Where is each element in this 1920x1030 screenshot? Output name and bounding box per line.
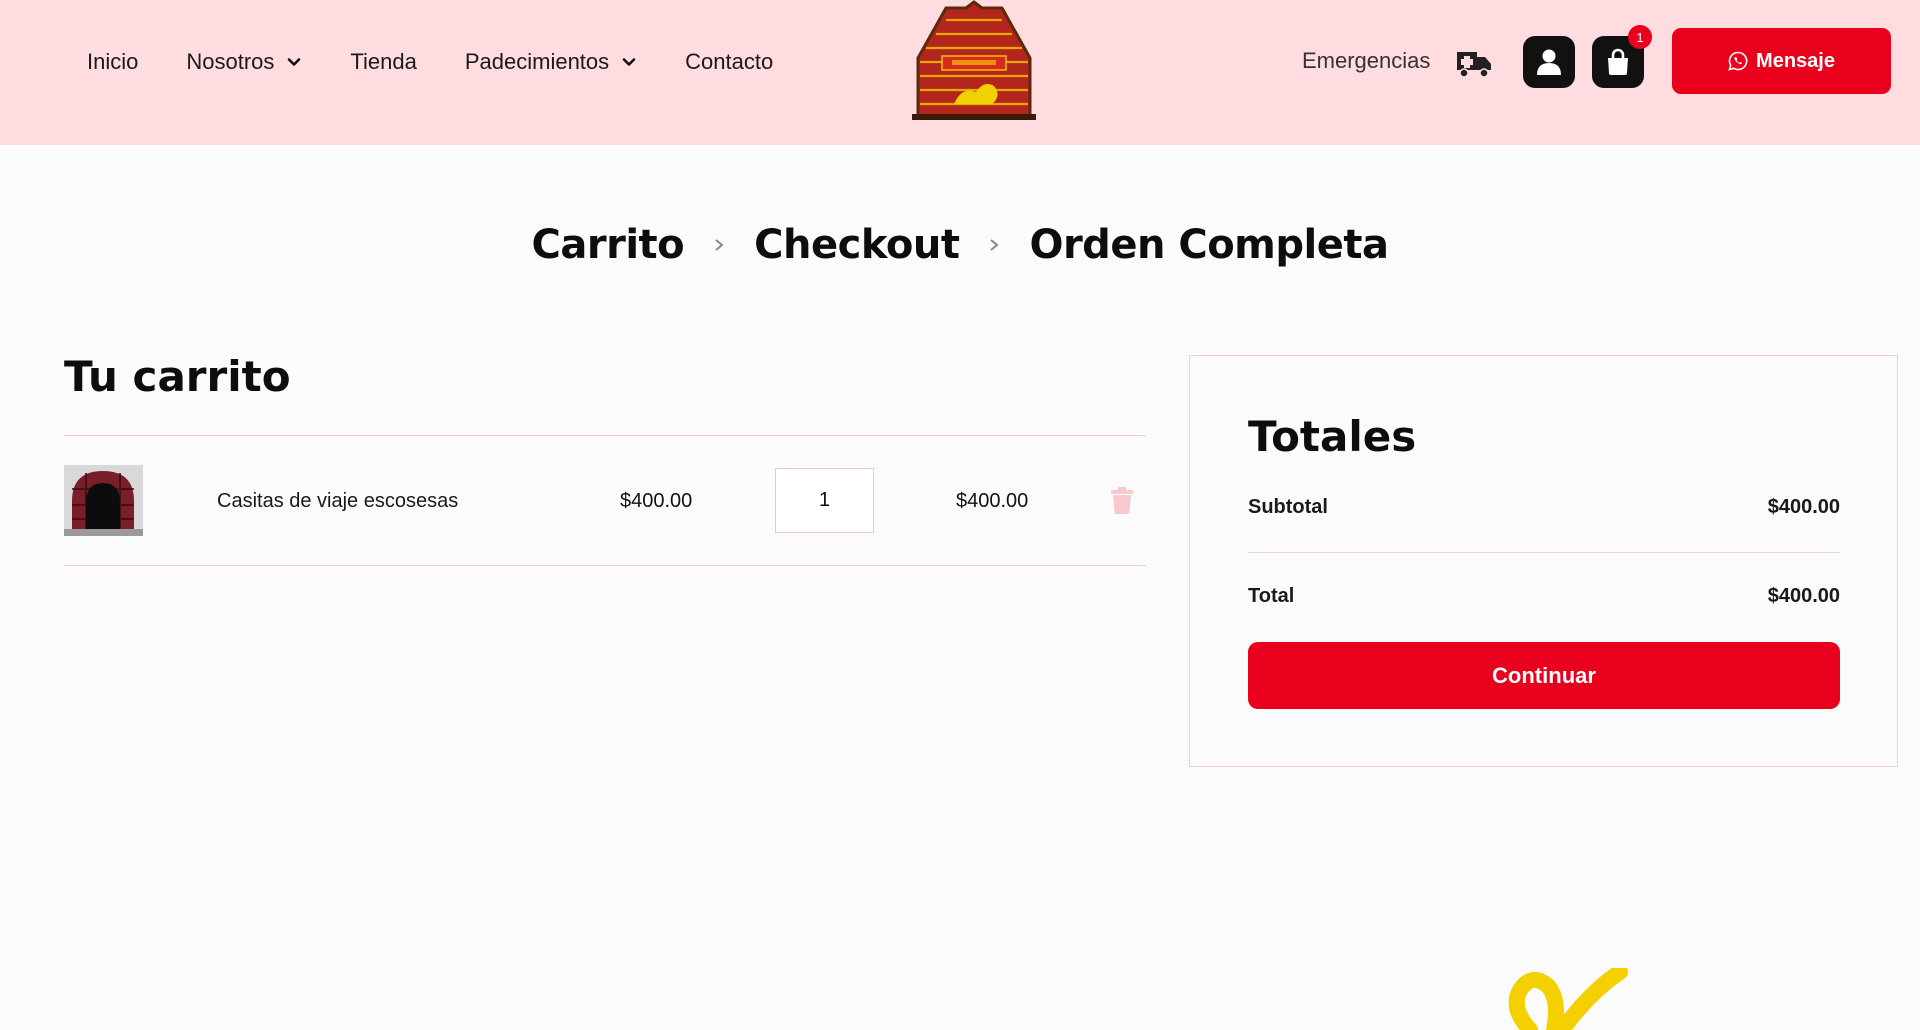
subtotal-label: Subtotal bbox=[1248, 496, 1328, 518]
totals-panel: Totales Subtotal $400.00 Total $400.00 C… bbox=[1189, 355, 1898, 767]
main-nav: Inicio Nosotros Tienda Padecimientos Con… bbox=[87, 0, 821, 124]
nav-item-label: Tienda bbox=[350, 49, 417, 74]
site-logo[interactable] bbox=[906, 0, 1042, 122]
emergencias-link[interactable]: Emergencias bbox=[1302, 48, 1430, 74]
ambulance-icon[interactable] bbox=[1456, 48, 1492, 78]
trash-icon[interactable] bbox=[1110, 486, 1134, 514]
total-row: Total $400.00 bbox=[1248, 585, 1840, 608]
product-price: $400.00 bbox=[620, 490, 693, 512]
cart-item-row: Casitas de viaje escosesas $400.00 1 $40… bbox=[64, 436, 1146, 566]
divider bbox=[64, 565, 1146, 566]
checkout-steps: Carrito Checkout Orden Completa bbox=[0, 222, 1920, 268]
whatsapp-icon bbox=[1728, 51, 1748, 71]
nav-item-nosotros[interactable]: Nosotros bbox=[186, 49, 302, 75]
subtotal-value: $400.00 bbox=[1767, 496, 1840, 518]
nav-item-label: Nosotros bbox=[186, 49, 275, 74]
site-header: Inicio Nosotros Tienda Padecimientos Con… bbox=[0, 0, 1920, 145]
header-tools: Emergencias 1 Mensaje bbox=[1220, 0, 1920, 124]
account-button[interactable] bbox=[1523, 36, 1575, 88]
nav-item-contacto[interactable]: Contacto bbox=[685, 49, 773, 75]
total-value: $400.00 bbox=[1767, 585, 1840, 607]
nav-item-label: Contacto bbox=[685, 49, 774, 74]
nav-item-tienda[interactable]: Tienda bbox=[350, 49, 416, 75]
nav-item-label: Padecimientos bbox=[464, 49, 610, 74]
nav-item-inicio[interactable]: Inicio bbox=[87, 49, 138, 75]
subtotal-row: Subtotal $400.00 bbox=[1248, 496, 1840, 519]
totals-title: Totales bbox=[1248, 412, 1417, 461]
chevron-right-icon bbox=[990, 239, 1000, 251]
quantity-input[interactable]: 1 bbox=[775, 468, 874, 533]
product-name[interactable]: Casitas de viaje escosesas bbox=[217, 490, 458, 513]
shopping-bag-icon bbox=[1608, 48, 1628, 75]
chevron-down-icon bbox=[622, 58, 636, 66]
chevron-right-icon bbox=[715, 239, 724, 251]
product-thumbnail[interactable] bbox=[64, 465, 143, 536]
total-label: Total bbox=[1248, 585, 1295, 607]
message-button-label: Mensaje bbox=[1756, 49, 1835, 72]
user-icon bbox=[1537, 49, 1561, 75]
nav-item-padecimientos[interactable]: Padecimientos bbox=[465, 49, 637, 75]
product-subtotal: $400.00 bbox=[956, 490, 1029, 512]
divider bbox=[1248, 552, 1840, 553]
decorative-swirl bbox=[1508, 968, 1628, 1030]
step-orden-completa[interactable]: Orden Completa bbox=[1029, 222, 1389, 268]
cart-title: Tu carrito bbox=[64, 352, 291, 401]
step-carrito[interactable]: Carrito bbox=[532, 222, 685, 268]
continue-button[interactable]: Continuar bbox=[1248, 642, 1840, 709]
nav-item-label: Inicio bbox=[87, 49, 139, 74]
chevron-down-icon bbox=[288, 58, 301, 66]
step-checkout[interactable]: Checkout bbox=[754, 222, 960, 268]
whatsapp-message-button[interactable]: Mensaje bbox=[1672, 28, 1891, 94]
cart-count-badge: 1 bbox=[1628, 25, 1652, 49]
